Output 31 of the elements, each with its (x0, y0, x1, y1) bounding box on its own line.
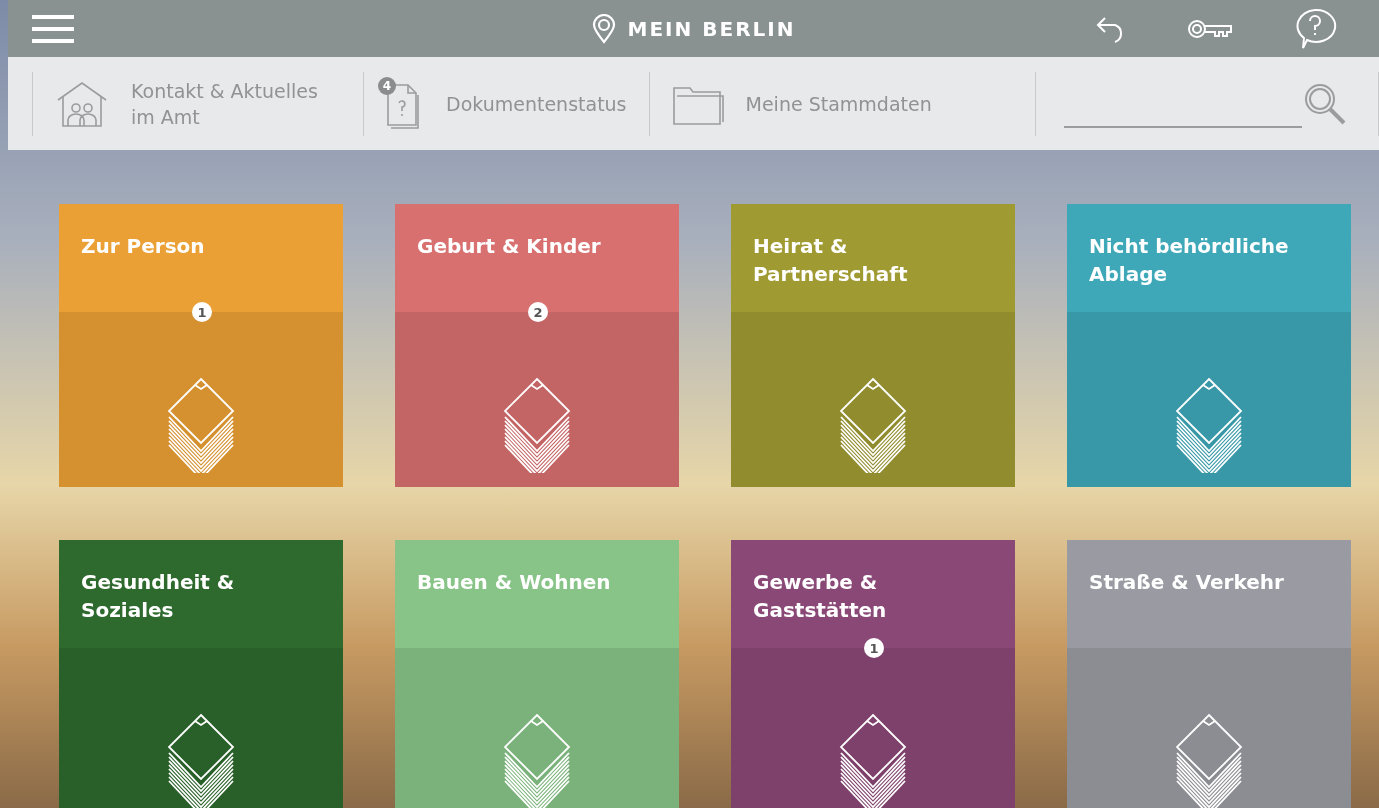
tile-title: Straße & Verkehr (1089, 569, 1285, 596)
category-tile[interactable]: Zur Person 1 (59, 204, 343, 487)
tile-title: Geburt & Kinder (417, 233, 602, 260)
toolbar-item[interactable]: 4 Dokumentenstatus (363, 71, 649, 136)
menu-icon[interactable] (30, 13, 76, 44)
count-badge: 4 (378, 76, 396, 95)
count-badge: 1 (192, 302, 212, 322)
count-badge: 1 (864, 638, 884, 658)
category-tile[interactable]: Heirat & Partnerschaft (731, 204, 1015, 487)
category-tile[interactable]: Gewerbe & Gaststätten 1 (731, 540, 1015, 808)
toolbar-item[interactable]: Meine Stammdaten (648, 71, 954, 136)
location-pin-icon (591, 13, 616, 44)
app-title: MEIN BERLIN (627, 16, 796, 41)
count-badge: 2 (528, 302, 548, 322)
toolbar-label: Dokumentenstatus (446, 91, 627, 117)
toolbar-item[interactable]: Kontakt & Aktuelles im Amt (32, 71, 363, 136)
house-people-icon (55, 79, 109, 128)
tile-title: Heirat & Partnerschaft (753, 233, 909, 288)
key-icon[interactable] (1187, 17, 1233, 40)
category-tile[interactable]: Nicht behördliche Ablage (1067, 204, 1351, 487)
category-tile[interactable]: Bauen & Wohnen (395, 540, 679, 808)
category-tile[interactable]: Geburt & Kinder 2 (395, 204, 679, 487)
toolbar-label: Meine Stammdaten (745, 91, 932, 117)
category-tile[interactable]: Straße & Verkehr (1067, 540, 1351, 808)
tile-title: Gesundheit & Soziales (81, 569, 236, 624)
tile-title: Gewerbe & Gaststätten (753, 569, 888, 624)
tile-title: Bauen & Wohnen (417, 569, 612, 596)
toolbar-label: Kontakt & Aktuelles im Amt (131, 78, 319, 130)
tile-title: Nicht behördliche Ablage (1089, 233, 1290, 288)
category-tile[interactable]: Gesundheit & Soziales (59, 540, 343, 808)
tile-title: Zur Person (81, 233, 206, 260)
